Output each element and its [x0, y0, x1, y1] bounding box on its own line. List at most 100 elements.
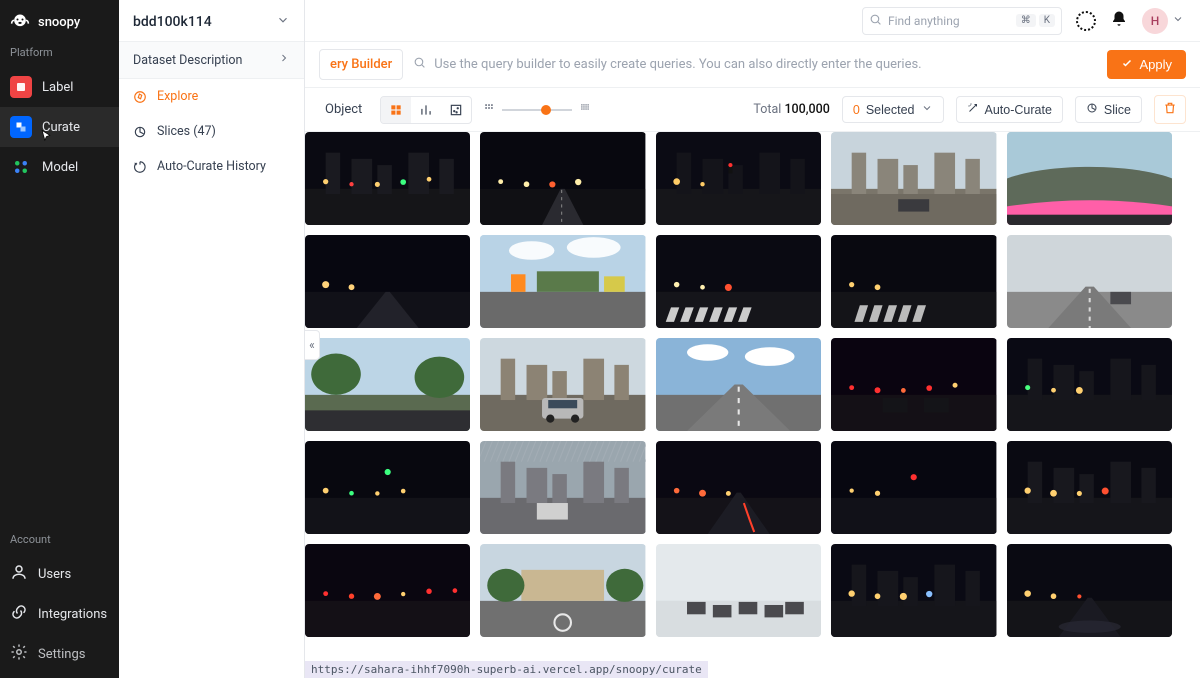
image-thumbnail[interactable] — [831, 544, 996, 637]
sidebar-item-curate[interactable]: Curate — [0, 107, 119, 147]
image-thumbnail[interactable] — [656, 338, 821, 431]
label-icon — [10, 76, 32, 98]
brand-logo-icon — [10, 12, 30, 32]
chevron-down-icon — [276, 13, 290, 31]
chevron-right-icon — [278, 52, 290, 68]
image-thumbnail[interactable] — [480, 441, 645, 534]
view-mode-group — [380, 96, 472, 124]
selected-dropdown[interactable]: 0 Selected — [842, 96, 944, 123]
collapse-panel-button[interactable]: « — [305, 330, 320, 360]
chevron-down-icon — [921, 102, 933, 117]
query-placeholder-text: Use the query builder to easily create q… — [434, 57, 921, 72]
tab-object[interactable]: Object — [319, 102, 368, 117]
user-menu[interactable]: H — [1142, 8, 1184, 34]
panel-item-text: Auto-Curate History — [157, 159, 266, 174]
kbd-hint: ⌘ K — [1016, 14, 1055, 27]
query-builder-button[interactable]: ery Builder — [319, 49, 403, 80]
slice-icon — [1086, 102, 1098, 117]
account-item-settings[interactable]: Settings — [0, 634, 119, 674]
image-thumbnail[interactable] — [656, 132, 821, 225]
collapse-glyph: « — [309, 338, 315, 352]
brand-header: snoopy — [0, 0, 119, 42]
view-scatter-button[interactable] — [441, 97, 471, 123]
query-input[interactable]: Use the query builder to easily create q… — [413, 56, 1097, 73]
panel-item-text: Explore — [157, 89, 198, 104]
slider-track[interactable] — [502, 109, 572, 111]
sidebar-item-text: Model — [42, 160, 78, 175]
sidebar-item-model[interactable]: Model — [0, 147, 119, 187]
check-icon — [1121, 57, 1133, 72]
total-count: Total 100,000 — [753, 102, 829, 117]
loading-spinner-icon — [1076, 11, 1096, 31]
sidebar-item-label[interactable]: Label — [0, 67, 119, 107]
image-thumbnail[interactable] — [480, 132, 645, 225]
account-item-text: Settings — [38, 647, 85, 662]
model-icon — [10, 156, 32, 178]
notifications-button[interactable] — [1110, 10, 1128, 32]
image-thumbnail[interactable] — [480, 544, 645, 637]
image-grid[interactable] — [305, 132, 1200, 678]
panel-item-auto-curate-history[interactable]: Auto-Curate History — [119, 149, 304, 184]
explore-icon — [133, 90, 147, 104]
panel-item-text: Slices (47) — [157, 124, 216, 139]
account-item-integrations[interactable]: Integrations — [0, 594, 119, 634]
image-thumbnail[interactable] — [656, 235, 821, 328]
toolbar: Object Total 100,000 0 Selected — [305, 88, 1200, 132]
panel-item-slices[interactable]: Slices (47) — [119, 114, 304, 149]
gear-icon — [10, 643, 28, 665]
search-icon — [413, 56, 426, 73]
dataset-selector[interactable]: bdd100k114 — [119, 0, 304, 41]
panel-item-explore[interactable]: Explore — [119, 79, 304, 114]
account-item-users[interactable]: Users — [0, 554, 119, 594]
brand-name: snoopy — [38, 15, 80, 30]
browser-status-url: https://sahara-ihhf7090h-superb-ai.verce… — [305, 661, 708, 678]
chevron-down-icon — [1172, 13, 1184, 29]
sidebar-item-text: Label — [42, 80, 73, 95]
image-thumbnail[interactable] — [656, 441, 821, 534]
image-thumbnail[interactable] — [1007, 132, 1172, 225]
account-item-text: Integrations — [38, 607, 107, 622]
image-thumbnail[interactable] — [831, 441, 996, 534]
sidebar: snoopy Platform Label Curate Model A — [0, 0, 119, 678]
image-thumbnail[interactable] — [305, 338, 470, 431]
image-thumbnail[interactable] — [480, 338, 645, 431]
trash-icon — [1163, 103, 1177, 118]
image-thumbnail[interactable] — [1007, 441, 1172, 534]
cursor-icon — [40, 129, 54, 147]
image-thumbnail[interactable] — [305, 132, 470, 225]
slider-thumb[interactable] — [541, 105, 551, 115]
search-input[interactable]: Find anything ⌘ K — [862, 7, 1062, 35]
curate-icon — [10, 116, 32, 138]
image-thumbnail[interactable] — [305, 441, 470, 534]
slice-button[interactable]: Slice — [1075, 96, 1142, 123]
history-icon — [133, 160, 147, 174]
sidebar-section-account: Account — [0, 529, 119, 554]
image-thumbnail[interactable] — [305, 544, 470, 637]
image-thumbnail[interactable] — [831, 132, 996, 225]
view-grid-button[interactable] — [381, 97, 411, 123]
dataset-description-toggle[interactable]: Dataset Description — [119, 41, 304, 79]
slices-icon — [133, 125, 147, 139]
image-thumbnail[interactable] — [1007, 544, 1172, 637]
auto-curate-button[interactable]: Auto-Curate — [956, 96, 1063, 123]
dataset-panel: bdd100k114 Dataset Description Explore S… — [119, 0, 305, 678]
image-thumbnail[interactable] — [831, 235, 996, 328]
image-thumbnail[interactable] — [480, 235, 645, 328]
topbar: Find anything ⌘ K H — [305, 0, 1200, 42]
search-icon — [869, 13, 882, 29]
view-chart-button[interactable] — [411, 97, 441, 123]
users-icon — [10, 563, 28, 585]
sidebar-section-platform: Platform — [0, 42, 119, 67]
apply-button[interactable]: Apply — [1107, 50, 1186, 79]
apply-text: Apply — [1139, 57, 1172, 72]
image-thumbnail[interactable] — [656, 544, 821, 637]
image-thumbnail[interactable] — [1007, 235, 1172, 328]
image-thumbnail[interactable] — [305, 235, 470, 328]
panel-section-text: Dataset Description — [133, 53, 242, 68]
image-thumbnail[interactable] — [831, 338, 996, 431]
grid-small-icon — [484, 102, 494, 117]
dataset-name: bdd100k114 — [133, 14, 212, 30]
thumbnail-size-slider[interactable] — [484, 102, 590, 117]
delete-button[interactable] — [1154, 95, 1186, 124]
image-thumbnail[interactable] — [1007, 338, 1172, 431]
